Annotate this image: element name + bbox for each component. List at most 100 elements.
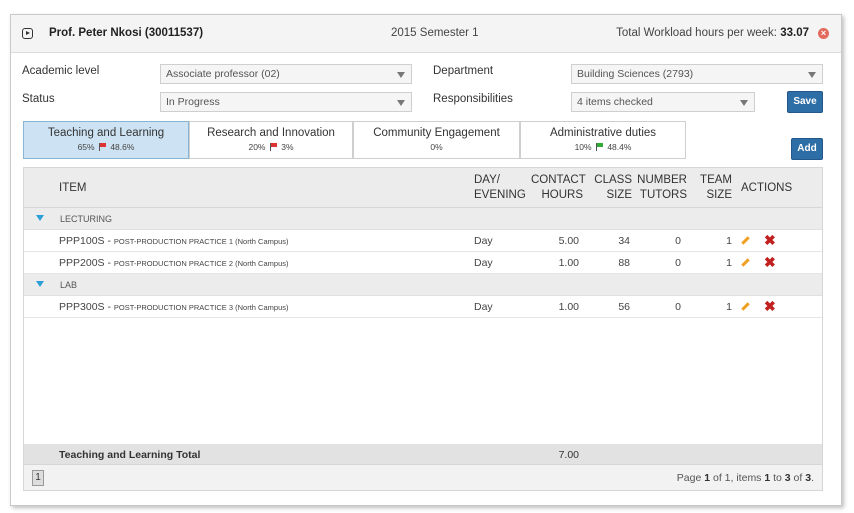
column-header-line: Hours [541,189,583,201]
tab-stats: 20% 3% [190,142,352,152]
responsibilities-label: Responsibilities [433,93,513,105]
grid-header: Item Day/Evening Contact Hours Class Size … [24,168,822,208]
column-header-class-size[interactable]: Class Size [590,173,632,203]
class-size-cell: 34 [618,235,630,247]
collapse-triangle-icon[interactable] [36,215,44,221]
add-button[interactable]: Add [791,138,823,160]
item-cell: PPP100S - POST-PRODUCTION PRACTICE 1 (No… [59,235,288,247]
pencil-icon[interactable] [742,257,752,267]
column-header-actions: Actions [741,182,793,194]
group-label: LECTURING [60,214,113,224]
department-select[interactable]: Building Sciences (2793) [571,64,823,84]
column-header-line: Team [700,174,732,186]
chevron-down-icon [397,72,405,78]
status-value: In Progress [166,96,220,108]
column-header-item[interactable]: Item [59,181,86,196]
tab-percentage: 20% [248,142,266,152]
workload-window: Prof. Peter Nkosi (30011537) 2015 Semest… [10,14,842,506]
pager-text: of [790,472,806,484]
team-size-cell: 1 [726,301,732,313]
chevron-down-icon [740,100,748,106]
pencil-icon[interactable] [742,235,752,245]
day-evening-cell: Day [474,257,493,269]
tab-administrative-duties[interactable]: Administrative duties 10% 48.4% [520,121,686,159]
column-header-line: Class [594,174,632,186]
contact-hours-cell: 1.00 [558,257,579,269]
table-row[interactable]: PPP200S - POST-PRODUCTION PRACTICE 2 (No… [24,252,822,274]
tab-research-innovation[interactable]: Research and Innovation 20% 3% [189,121,353,159]
responsibilities-select[interactable]: 4 items checked [571,92,755,112]
department-value: Building Sciences (2793) [577,68,694,80]
flag-icon [98,143,106,151]
team-size-cell: 1 [726,257,732,269]
column-header-team-size[interactable]: Team Size [696,173,732,203]
tab-stats: 0% [354,142,519,152]
total-hours: 7.00 [558,449,579,461]
pager-text: of [710,472,725,484]
flag-icon [595,143,603,151]
tab-label: Community Engagement [373,127,500,139]
column-header-line: Size [706,189,732,201]
status-select[interactable]: In Progress [160,92,412,112]
tab-community-engagement[interactable]: Community Engagement 0% [353,121,520,159]
tab-label: Research and Innovation [207,127,335,139]
group-row-lab[interactable]: LAB [24,274,822,296]
item-description: POST-PRODUCTION PRACTICE 1 (North Campus… [113,237,289,246]
workload-label: Total Workload hours per week: [616,27,778,39]
column-header-day-evening[interactable]: Day/Evening [474,173,526,203]
page-button[interactable]: 1 [32,470,44,486]
tab-label: Administrative duties [549,127,657,139]
column-header-number-tutors[interactable]: Number Tutors [637,173,687,203]
column-header-line: Contact [531,174,586,186]
flag-icon [269,143,277,151]
day-evening-cell: Day [474,301,493,313]
group-row-lecturing[interactable]: LECTURING [24,208,822,230]
pager-info: Page 1 of 1, items 1 to 3 of 3. [677,472,814,484]
pager-text: , items [730,472,765,484]
expand-icon[interactable] [22,28,33,39]
column-header-line: Evening [474,189,526,201]
item-code: PPP100S - [59,235,114,247]
table-row[interactable]: PPP100S - POST-PRODUCTION PRACTICE 1 (No… [24,230,822,252]
pencil-icon[interactable] [742,301,752,311]
pager-text: . [811,472,814,484]
close-circle-icon[interactable]: × [818,28,829,39]
window-header: Prof. Peter Nkosi (30011537) 2015 Semest… [11,15,841,53]
delete-x-icon[interactable]: ✖ [764,255,776,269]
academic-level-select[interactable]: Associate professor (02) [160,64,412,84]
contact-hours-cell: 5.00 [558,235,579,247]
academic-level-label: Academic level [22,65,100,77]
total-label: Teaching and Learning Total [59,449,201,461]
column-header-line: Size [606,189,632,201]
item-description: POST-PRODUCTION PRACTICE 3 (North Campus… [113,303,289,312]
tab-percentage: 0% [430,142,443,152]
collapse-triangle-icon[interactable] [36,281,44,287]
department-label: Department [433,65,494,77]
tab-teaching-learning[interactable]: Teaching and Learning 65% 48.6% [23,121,189,159]
workload-grid: Item Day/Evening Contact Hours Class Size … [23,167,823,491]
column-header-contact-hours[interactable]: Contact Hours [531,173,586,203]
status-label: Status [22,93,55,105]
table-row[interactable]: PPP300S - POST-PRODUCTION PRACTICE 3 (No… [24,296,822,318]
contact-hours-cell: 1.00 [558,301,579,313]
tutors-cell: 0 [675,301,681,313]
day-evening-cell: Day [474,235,493,247]
delete-x-icon[interactable]: ✖ [764,233,776,247]
column-header-line: Number [637,174,687,186]
tab-flag-percentage: 48.6% [110,142,135,152]
tab-flag-percentage: 48.4% [607,142,632,152]
tutors-cell: 0 [675,235,681,247]
column-header-line: Tutors [639,189,687,201]
responsibilities-value: 4 items checked [577,96,653,108]
delete-x-icon[interactable]: ✖ [764,299,776,313]
tab-stats: 65% 48.6% [24,142,188,152]
tab-label: Teaching and Learning [47,127,165,139]
item-description: POST-PRODUCTION PRACTICE 2 (North Campus… [113,259,289,268]
workload-summary: Total Workload hours per week: 33.07 [616,27,809,39]
lecturer-name: Prof. Peter Nkosi (30011537) [49,27,204,39]
item-cell: PPP300S - POST-PRODUCTION PRACTICE 3 (No… [59,301,288,313]
tab-stats: 10% 48.4% [521,142,685,152]
save-button[interactable]: Save [787,91,823,113]
class-size-cell: 88 [618,257,630,269]
class-size-cell: 56 [618,301,630,313]
